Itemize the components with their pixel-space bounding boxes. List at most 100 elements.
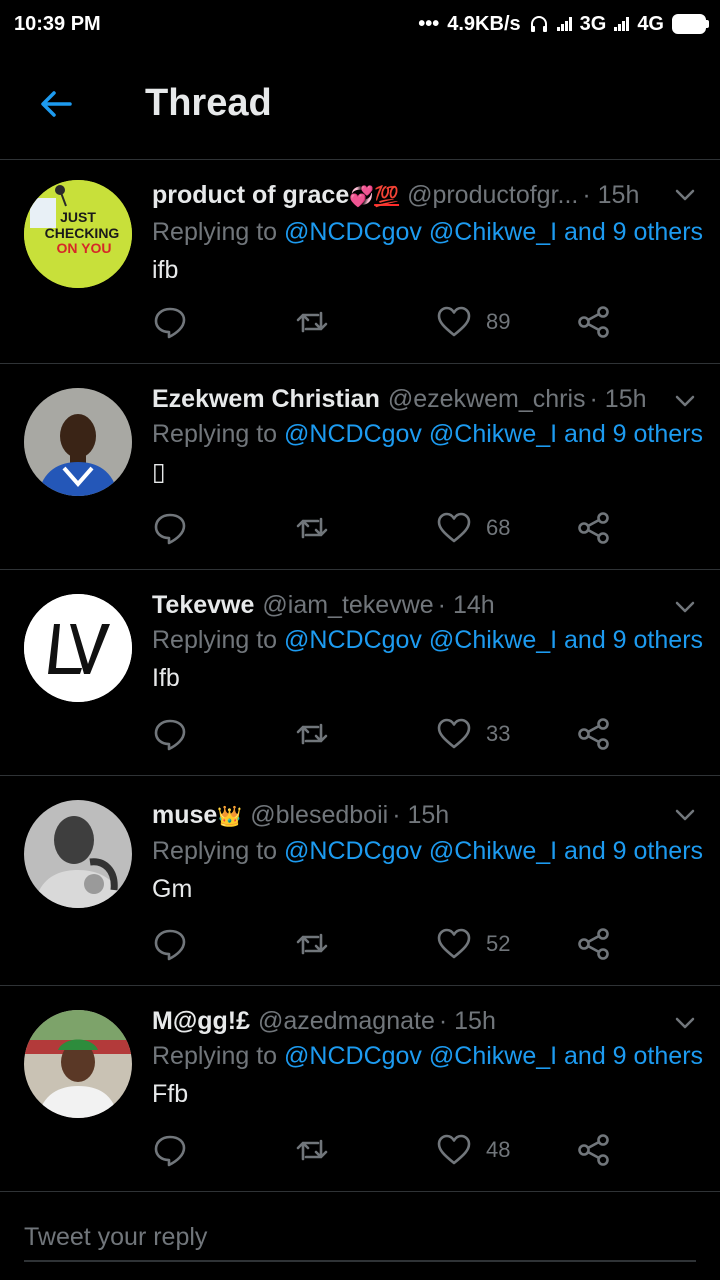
speech-bubble-icon bbox=[154, 1135, 186, 1167]
author-handle[interactable]: @iam_tekevwe bbox=[262, 590, 433, 620]
author-name[interactable]: M@gg!£ bbox=[152, 1006, 250, 1036]
tweet-item[interactable]: Tekevwe @iam_tekevwe · 14h Replying to @… bbox=[0, 570, 720, 776]
tweet-item[interactable]: muse👑 @blesedboii · 15h Replying to @NCD… bbox=[0, 776, 720, 986]
status-dots: ••• bbox=[418, 12, 440, 35]
tweet-actions: 33 bbox=[152, 716, 632, 756]
avatar-image bbox=[24, 1010, 132, 1118]
mention-links[interactable]: @NCDCgov @Chikwe_I and 9 others bbox=[284, 420, 703, 448]
author-name[interactable]: product of grace💞💯 bbox=[152, 180, 399, 212]
avatar[interactable] bbox=[24, 388, 132, 496]
svg-text:JUST: JUST bbox=[60, 209, 96, 225]
retweet-icon bbox=[296, 311, 328, 333]
share-icon bbox=[578, 1134, 609, 1166]
like-count: 68 bbox=[486, 515, 511, 540]
like-button[interactable]: 48 bbox=[436, 1132, 510, 1168]
share-button[interactable] bbox=[576, 926, 612, 962]
replying-to: Replying to @NCDCgov @Chikwe_I and 9 oth… bbox=[152, 626, 704, 654]
heart-icon bbox=[437, 928, 471, 959]
page-title: Thread bbox=[145, 82, 272, 124]
lv-logo-image bbox=[24, 594, 132, 702]
tweet-body: muse👑 @blesedboii · 15h Replying to @NCD… bbox=[152, 800, 703, 907]
status-bar: 10:39 PM ••• 4.9KB/s 3G 4G 41 bbox=[0, 0, 720, 48]
speech-bubble-icon bbox=[154, 929, 186, 961]
share-icon bbox=[578, 928, 609, 960]
share-button[interactable] bbox=[576, 304, 612, 340]
svg-text:CHECKING: CHECKING bbox=[45, 225, 120, 241]
avatar-image bbox=[24, 800, 132, 908]
reply-composer bbox=[0, 1192, 720, 1280]
reply-button[interactable] bbox=[152, 926, 188, 962]
tweet-item[interactable]: JUST CHECKING ON YOU product of grace💞💯 … bbox=[0, 160, 720, 364]
reply-button[interactable] bbox=[152, 716, 188, 752]
tweet-body: M@gg!£ @azedmagnate · 15h Replying to @N… bbox=[152, 1006, 704, 1112]
tweet-actions: 68 bbox=[152, 510, 632, 550]
reply-button[interactable] bbox=[152, 1132, 188, 1168]
share-button[interactable] bbox=[576, 716, 612, 752]
retweet-icon bbox=[296, 933, 328, 955]
like-button[interactable]: 89 bbox=[436, 304, 510, 340]
battery-icon: 41 bbox=[672, 14, 709, 34]
mention-links[interactable]: @NCDCgov @Chikwe_I and 9 others bbox=[284, 1042, 703, 1070]
like-button[interactable]: 68 bbox=[436, 510, 510, 546]
like-count: 48 bbox=[486, 1137, 511, 1162]
retweet-icon bbox=[296, 723, 328, 745]
retweet-button[interactable] bbox=[294, 1132, 330, 1168]
tweet-item[interactable]: Ezekwem Christian @ezekwem_chris · 15h R… bbox=[0, 364, 720, 570]
crown-emoji: 👑 bbox=[217, 804, 243, 828]
hundred-emoji: 💯 bbox=[374, 186, 400, 208]
retweet-button[interactable] bbox=[294, 510, 330, 546]
author-name[interactable]: Ezekwem Christian bbox=[152, 384, 380, 414]
signal-bars-icon bbox=[556, 17, 572, 31]
back-button[interactable] bbox=[30, 78, 82, 130]
tweet-text: Ffb bbox=[152, 1080, 189, 1108]
mention-links[interactable]: @NCDCgov @Chikwe_I and 9 others bbox=[284, 837, 703, 865]
network-type-2: 4G bbox=[637, 12, 664, 35]
share-icon bbox=[578, 718, 609, 750]
reply-input[interactable] bbox=[24, 1214, 696, 1262]
speech-bubble-icon bbox=[154, 719, 186, 751]
chevron-down-icon[interactable] bbox=[672, 182, 698, 208]
reply-button[interactable] bbox=[152, 510, 188, 546]
like-button[interactable]: 33 bbox=[436, 716, 510, 752]
share-button[interactable] bbox=[576, 1132, 612, 1168]
like-count: 89 bbox=[486, 309, 511, 334]
author-handle[interactable]: @ezekwem_chris bbox=[388, 384, 586, 414]
retweet-button[interactable] bbox=[294, 304, 330, 340]
retweet-button[interactable] bbox=[294, 926, 330, 962]
like-count: 33 bbox=[486, 721, 511, 746]
author-handle[interactable]: @azedmagnate bbox=[258, 1006, 435, 1036]
speech-bubble-icon bbox=[154, 307, 186, 339]
tweet-item[interactable]: M@gg!£ @azedmagnate · 15h Replying to @N… bbox=[0, 986, 720, 1192]
chevron-down-icon[interactable] bbox=[672, 802, 698, 828]
mention-links[interactable]: @NCDCgov @Chikwe_I and 9 others bbox=[284, 218, 703, 246]
share-button[interactable] bbox=[576, 510, 612, 546]
reply-button[interactable] bbox=[152, 304, 188, 340]
retweet-button[interactable] bbox=[294, 716, 330, 752]
chevron-down-icon[interactable] bbox=[672, 1010, 698, 1036]
tweet-time: · 15h bbox=[392, 801, 450, 829]
tweet-body: product of grace💞💯 @productofgr... · 15h… bbox=[152, 180, 703, 288]
network-type-1: 3G bbox=[579, 12, 607, 35]
chevron-down-icon[interactable] bbox=[672, 594, 698, 620]
avatar[interactable] bbox=[24, 800, 132, 908]
author-handle[interactable]: @blesedboii bbox=[250, 800, 388, 830]
tweet-time: · 15h bbox=[438, 1007, 496, 1035]
author-name[interactable]: muse👑 bbox=[152, 800, 242, 831]
tweet-text: Ifb bbox=[152, 664, 180, 692]
hearts-emoji: 💞 bbox=[349, 184, 375, 208]
avatar[interactable]: JUST CHECKING ON YOU bbox=[24, 180, 132, 288]
heart-icon bbox=[437, 718, 471, 749]
replying-to: Replying to @NCDCgov @Chikwe_I and 9 oth… bbox=[152, 1042, 704, 1070]
avatar[interactable] bbox=[24, 1010, 132, 1118]
headphones-icon bbox=[530, 16, 547, 32]
tweet-header: Tekevwe @iam_tekevwe · 14h bbox=[152, 590, 662, 620]
tweet-header: product of grace💞💯 @productofgr... · 15h bbox=[152, 180, 662, 212]
chevron-down-icon[interactable] bbox=[672, 388, 698, 414]
author-name[interactable]: Tekevwe bbox=[152, 590, 254, 620]
avatar-image bbox=[24, 388, 132, 496]
mention-links[interactable]: @NCDCgov @Chikwe_I and 9 others bbox=[284, 626, 703, 654]
top-app-bar: Thread bbox=[0, 48, 720, 160]
like-button[interactable]: 52 bbox=[436, 926, 510, 962]
avatar[interactable] bbox=[24, 594, 132, 702]
author-handle[interactable]: @productofgr... bbox=[407, 180, 578, 210]
